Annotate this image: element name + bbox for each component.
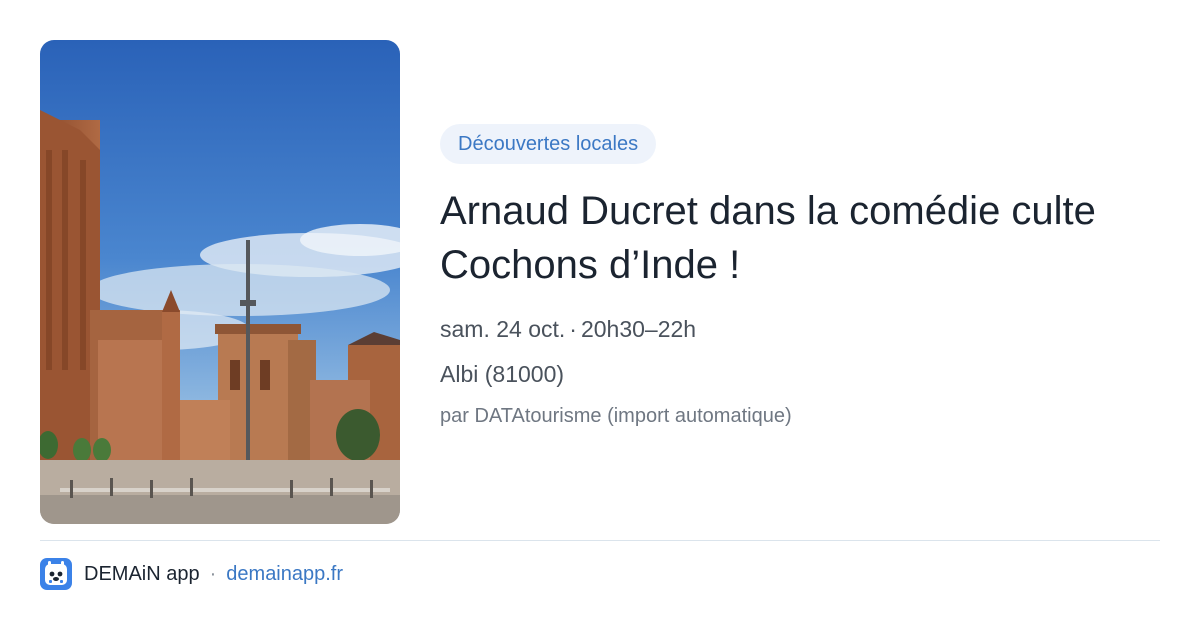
footer: DEMAiN app · demainapp.fr bbox=[40, 558, 343, 590]
footer-divider bbox=[40, 540, 1160, 541]
event-location: Albi (81000) bbox=[440, 361, 565, 387]
app-name: DEMAiN app bbox=[84, 562, 200, 585]
event-date: sam. 24 oct. bbox=[440, 316, 566, 342]
event-title: Arnaud Ducret dans la comédie culte Coch… bbox=[440, 189, 1096, 287]
event-details: Découvertes locales Arnaud Ducret dans l… bbox=[440, 124, 1160, 430]
datetime-separator: · bbox=[569, 316, 577, 342]
demain-app-logo-icon bbox=[40, 558, 72, 590]
event-photo bbox=[40, 40, 400, 524]
event-photo-illustration bbox=[40, 40, 400, 524]
event-datetime: sam. 24 oct. · 20h30–22h bbox=[440, 314, 1160, 344]
footer-separator: · bbox=[209, 562, 217, 585]
event-time: 20h30–22h bbox=[580, 316, 697, 342]
app-url-link[interactable]: demainapp.fr bbox=[226, 563, 343, 586]
category-tag[interactable]: Découvertes locales bbox=[440, 124, 657, 164]
event-meta: sam. 24 oct. · 20h30–22h Albi (81000) par … bbox=[440, 314, 1160, 430]
event-source: par DATAtourisme (import automatique) bbox=[440, 405, 792, 427]
